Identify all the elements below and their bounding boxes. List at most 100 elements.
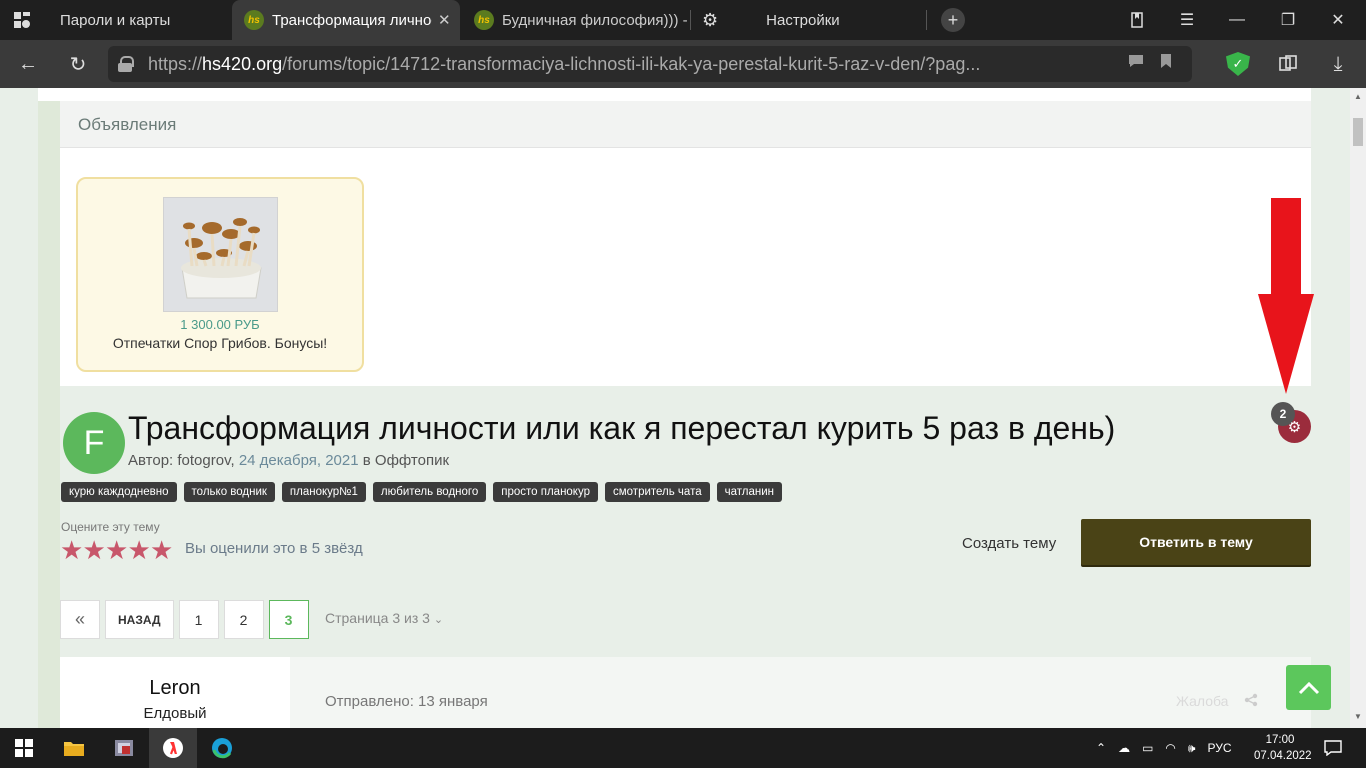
forum-link[interactable]: Оффтопик [375, 452, 449, 469]
red-arrow-annotation [1256, 198, 1316, 403]
star-icon[interactable]: ★ [60, 535, 83, 566]
post-author-name[interactable]: Leron [60, 677, 290, 700]
web-page: Объявления 1 300.00 РУБ Отпечатки Спор Г… [0, 88, 1350, 728]
tag[interactable]: просто планокур [493, 482, 598, 502]
chevron-up-icon[interactable]: ⌃ [1096, 741, 1106, 755]
tab-passwords[interactable]: Пароли и карты [48, 0, 228, 40]
site-favicon-icon: hs [474, 10, 494, 30]
post-date: Отправлено: 13 января [325, 693, 488, 710]
collections-button[interactable] [1272, 48, 1304, 80]
edge-browser-button[interactable] [198, 728, 246, 768]
reload-button[interactable]: ↻ [62, 48, 94, 80]
tag[interactable]: курю каждодневно [61, 482, 177, 502]
taskbar: ⌃ ☁ ▭ ◠ 🕪 РУС 17:00 07.04.2022 [0, 728, 1366, 768]
current-page-button[interactable]: 3 [268, 600, 309, 639]
reply-topic-button[interactable]: Ответить в тему [1081, 519, 1311, 565]
topic-byline: Автор: fotogrov, 24 декабря, 2021 в Оффт… [128, 452, 450, 469]
tab-settings[interactable]: ⚙ Настройки [692, 0, 922, 40]
star-icon[interactable]: ★ [150, 535, 173, 566]
tab-philosophy[interactable]: hs Будничная философия))) - [462, 0, 688, 40]
new-tab-button[interactable]: + [933, 0, 973, 40]
pagination: « НАЗАД 1 2 3 [60, 600, 309, 639]
url-actions [1128, 54, 1172, 73]
wifi-icon[interactable]: ◠ [1165, 741, 1175, 755]
page-jump-dropdown[interactable]: Страница 3 из 3 ⌄ [325, 610, 443, 626]
notifications-button[interactable] [1310, 728, 1356, 768]
scroll-up-icon[interactable]: ▲ [1354, 92, 1362, 101]
gear-icon: ⚙ [702, 9, 719, 30]
url-path: /forums/topic/14712-transformaciya-lichn… [282, 53, 981, 74]
arrow-left-icon: ← [18, 52, 38, 75]
tabs-collection-button[interactable] [1117, 0, 1157, 40]
language-indicator[interactable]: РУС [1207, 741, 1231, 755]
minimize-button[interactable]: — [1217, 0, 1257, 40]
tab-label: Настройки [766, 11, 840, 29]
bookmark-icon[interactable] [1160, 54, 1172, 73]
site-favicon-icon: hs [244, 10, 264, 30]
announcements-title: Объявления [78, 115, 177, 134]
yandex-icon [163, 738, 183, 758]
tab-label: Будничная философия))) - [502, 11, 688, 29]
page-scrollbar[interactable]: ▲ ▼ [1350, 88, 1366, 728]
tag[interactable]: любитель водного [372, 482, 487, 502]
tab-topic[interactable]: hs Трансформация личнос ✕ [232, 0, 460, 40]
url-field[interactable]: https://hs420.org/forums/topic/14712-tra… [108, 46, 1192, 82]
create-topic-button[interactable]: Создать тему [950, 531, 1068, 557]
ad-price: 1 300.00 РУБ [180, 317, 260, 332]
rating-label: Оцените эту тему [61, 520, 160, 534]
first-page-button[interactable]: « [60, 600, 100, 639]
tab-label: Трансформация личнос [272, 11, 432, 29]
restore-button[interactable]: ❐ [1268, 0, 1308, 40]
star-icon[interactable]: ★ [105, 535, 128, 566]
notification-count-badge: 2 [1271, 402, 1295, 426]
ad-card[interactable]: 1 300.00 РУБ Отпечатки Спор Грибов. Бону… [76, 177, 364, 372]
url-host: hs420.org [202, 53, 283, 74]
author-link[interactable]: fotogrov [177, 452, 230, 469]
download-icon: ⤓ [1333, 52, 1343, 75]
app-button[interactable] [100, 728, 148, 768]
browser-menu-icon[interactable] [2, 0, 42, 40]
back-button[interactable]: ← [12, 48, 44, 80]
notification-icon [1324, 740, 1342, 756]
mushroom-product-image[interactable] [163, 197, 278, 312]
star-icon[interactable]: ★ [128, 535, 151, 566]
file-explorer-button[interactable] [50, 728, 98, 768]
url-prefix: https:// [148, 53, 203, 74]
menu-button[interactable]: ☰ [1167, 0, 1207, 40]
cloud-icon[interactable]: ☁ [1118, 741, 1130, 755]
yandex-browser-button[interactable] [149, 728, 197, 768]
close-icon[interactable]: ✕ [438, 11, 451, 29]
prev-page-button[interactable]: НАЗАД [105, 600, 174, 639]
in-word: в [358, 452, 375, 469]
author-prefix: Автор: [128, 452, 178, 469]
tag[interactable]: чатланин [716, 482, 782, 502]
announcements-body: 1 300.00 РУБ Отпечатки Спор Грибов. Бону… [60, 148, 1311, 386]
scroll-to-top-button[interactable] [1286, 665, 1331, 710]
system-tray: ⌃ ☁ ▭ ◠ 🕪 РУС [1096, 728, 1231, 768]
scroll-down-icon[interactable]: ▼ [1354, 712, 1362, 721]
protect-shield-icon[interactable]: ✓ [1226, 52, 1250, 76]
start-button[interactable] [0, 728, 48, 768]
page-button[interactable]: 1 [178, 600, 219, 639]
hamburger-icon: ☰ [1179, 12, 1195, 29]
scrollbar-thumb[interactable] [1353, 118, 1363, 146]
download-button[interactable]: ⤓ [1322, 48, 1354, 80]
report-link[interactable]: Жалоба [1176, 693, 1228, 709]
restore-icon: ❐ [1280, 12, 1296, 29]
ad-title[interactable]: Отпечатки Спор Грибов. Бонусы! [78, 335, 362, 351]
app-icon [115, 740, 133, 756]
close-window-button[interactable]: ✕ [1318, 0, 1358, 40]
clock[interactable]: 17:00 07.04.2022 [1254, 732, 1312, 764]
tag[interactable]: смотритель чата [605, 482, 710, 502]
rating-stars[interactable]: ★ ★ ★ ★ ★ [60, 535, 173, 566]
star-icon[interactable]: ★ [83, 535, 106, 566]
volume-icon[interactable]: 🕪 [1188, 741, 1196, 756]
tag[interactable]: только водник [183, 482, 275, 502]
tag[interactable]: планокур№1 [281, 482, 366, 502]
minimize-icon: — [1229, 11, 1245, 28]
comment-icon[interactable] [1128, 54, 1144, 73]
share-icon[interactable] [1244, 693, 1258, 710]
author-avatar[interactable]: F [63, 412, 125, 474]
battery-icon[interactable]: ▭ [1142, 741, 1153, 755]
page-button[interactable]: 2 [223, 600, 264, 639]
